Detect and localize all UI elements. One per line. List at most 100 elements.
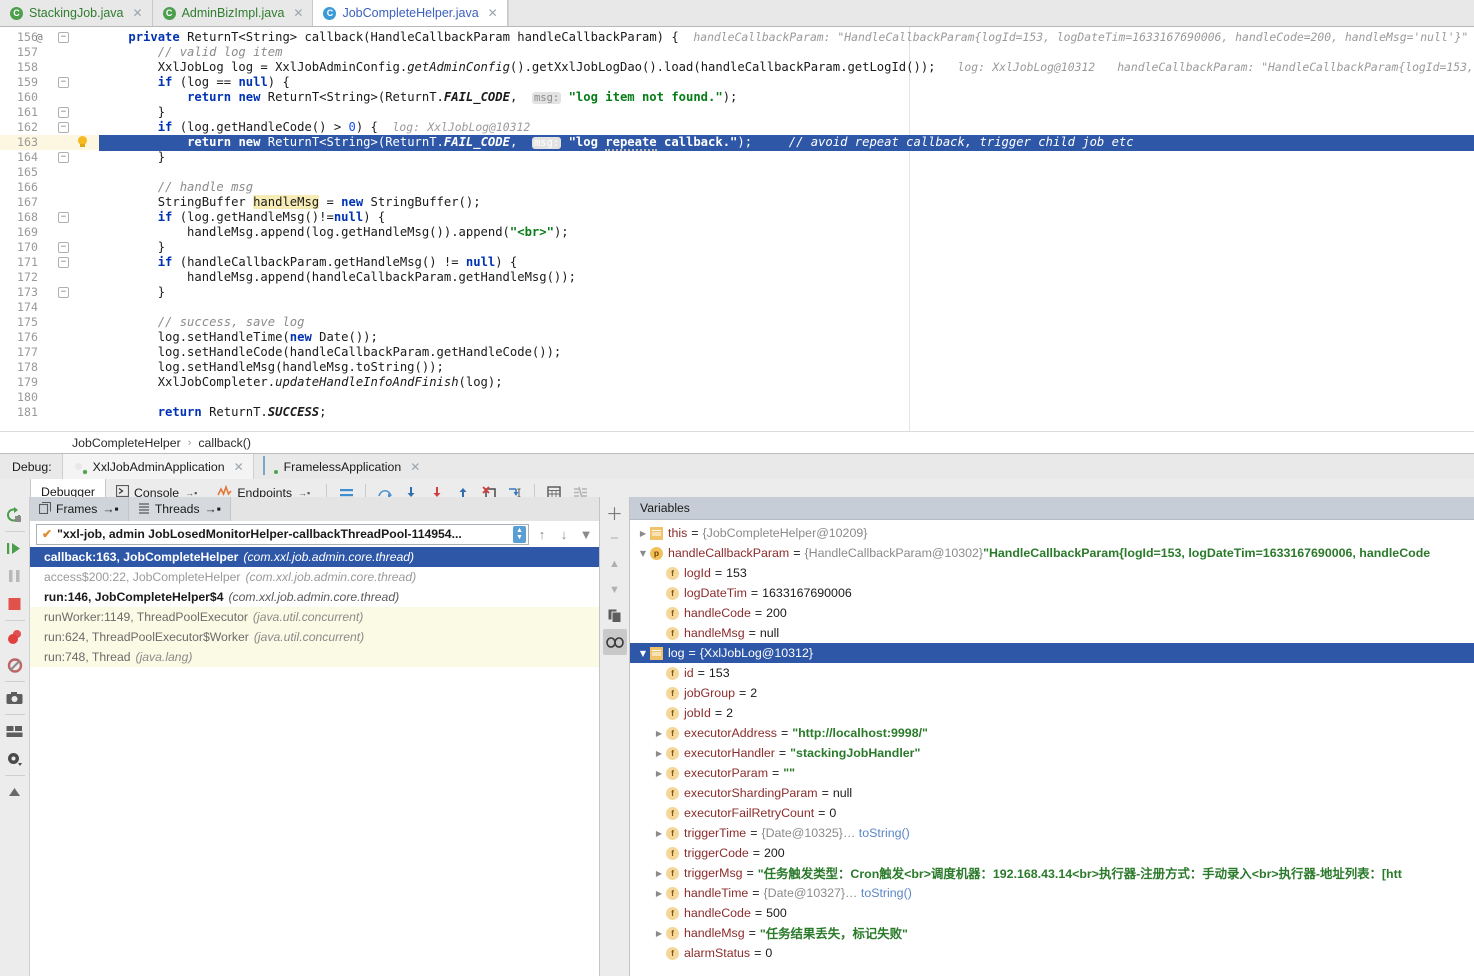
code-line-160[interactable]: 160 return new ReturnT<String>(ReturnT.F… <box>0 90 1474 105</box>
copy-icon[interactable] <box>603 603 627 629</box>
watches-icon[interactable] <box>602 629 627 655</box>
pin-tab-icon[interactable]: →▪ <box>185 488 197 498</box>
view-breakpoints-icon[interactable] <box>2 623 28 651</box>
variable-row[interactable]: f handleMsg = null <box>630 623 1474 643</box>
code-line-166[interactable]: 166 // handle msg <box>0 180 1474 195</box>
minus-icon[interactable]: − <box>603 525 627 551</box>
variable-row[interactable]: ▼ log = {XxlJobLog@10312} <box>630 643 1474 663</box>
run-config-0[interactable]: XxlJobAdminApplication ✕ <box>61 454 253 479</box>
settings-icon[interactable] <box>2 745 28 773</box>
thread-select[interactable]: ✔ "xxl-job, admin JobLosedMonitorHelper-… <box>36 523 529 545</box>
variable-row[interactable]: f handleCode = 500 <box>630 903 1474 923</box>
frames-tab-frames[interactable]: Frames →▪ <box>30 497 129 521</box>
down-triangle-icon[interactable]: ▼ <box>603 577 627 603</box>
variable-row[interactable]: f logId = 153 <box>630 563 1474 583</box>
breadcrumb-class[interactable]: JobCompleteHelper <box>72 436 181 450</box>
fold-icon[interactable]: − <box>58 107 69 118</box>
collapsed-arrow-icon[interactable]: ▶ <box>652 869 666 878</box>
code-line-174[interactable]: 174 <box>0 300 1474 315</box>
variable-row[interactable]: ▶ f executorAddress = "http://localhost:9998… <box>630 723 1474 743</box>
resume-program-icon[interactable] <box>2 534 28 562</box>
collapsed-arrow-icon[interactable]: ▶ <box>652 729 666 738</box>
code-line-163[interactable]: 163 return new ReturnT<String>(ReturnT.F… <box>0 135 1474 151</box>
code-line-172[interactable]: 172 handleMsg.append(handleCallbackParam… <box>0 270 1474 285</box>
close-icon[interactable]: ✕ <box>133 7 143 19</box>
close-icon[interactable]: ✕ <box>293 7 303 19</box>
fold-icon[interactable]: − <box>58 122 69 133</box>
code-line-170[interactable]: 170 − } <box>0 240 1474 255</box>
variable-row[interactable]: f logDateTim = 1633167690006 <box>630 583 1474 603</box>
frame-row[interactable]: run:748, Thread (java.lang) <box>30 647 599 667</box>
fold-icon[interactable]: − <box>58 152 69 163</box>
code-line-173[interactable]: 173 − } <box>0 285 1474 300</box>
variable-row[interactable]: f executorShardingParam = null <box>630 783 1474 803</box>
collapsed-arrow-icon[interactable]: ▶ <box>652 929 666 938</box>
code-line-171[interactable]: 171 − if (handleCallbackParam.getHandleMs… <box>0 255 1474 270</box>
variable-row[interactable]: f alarmStatus = 0 <box>630 943 1474 963</box>
code-editor[interactable]: 156 @ − private ReturnT<String> callback(H… <box>0 27 1474 431</box>
collapsed-arrow-icon[interactable]: ▶ <box>636 529 650 538</box>
close-icon[interactable]: ✕ <box>410 461 420 473</box>
frame-row[interactable]: run:146, JobCompleteHelper$4 (com.xxl.job… <box>30 587 599 607</box>
pin-tab-icon[interactable]: →▪ <box>102 502 119 516</box>
close-icon[interactable]: ✕ <box>488 7 498 19</box>
pin-tab-icon[interactable]: →▪ <box>205 502 222 516</box>
variable-row[interactable]: ▶ f executorParam = "" <box>630 763 1474 783</box>
code-line-161[interactable]: 161 − } <box>0 105 1474 120</box>
screenshot-icon[interactable] <box>2 684 28 712</box>
frame-row[interactable]: access$200:22, JobCompleteHelper (com.xxl… <box>30 567 599 587</box>
variable-row[interactable]: f jobId = 2 <box>630 703 1474 723</box>
breadcrumb-method[interactable]: callback() <box>198 436 251 450</box>
code-line-180[interactable]: 180 <box>0 390 1474 405</box>
editor-tab-0[interactable]: C StackingJob.java ✕ <box>0 0 153 26</box>
collapsed-arrow-icon[interactable]: ▶ <box>652 769 666 778</box>
variable-row[interactable]: ▶ this = {JobCompleteHelper@10209} <box>630 523 1474 543</box>
collapsed-arrow-icon[interactable]: ▶ <box>652 889 666 898</box>
variable-row[interactable]: ▶ f executorHandler = "stackingJobHandler" <box>630 743 1474 763</box>
close-icon[interactable]: ✕ <box>234 461 244 473</box>
layout-icon[interactable] <box>2 717 28 745</box>
frames-list[interactable]: callback:163, JobCompleteHelper (com.xxl.… <box>30 547 599 976</box>
arrow-up-icon[interactable]: ↑ <box>533 527 551 542</box>
fold-icon[interactable]: − <box>58 77 69 88</box>
code-line-162[interactable]: 162 − if (log.getHandleCode() > 0) { log:… <box>0 120 1474 135</box>
mute-breakpoints-rail-icon[interactable] <box>2 651 28 679</box>
variable-row[interactable]: f executorFailRetryCount = 0 <box>630 803 1474 823</box>
collapsed-arrow-icon[interactable]: ▶ <box>652 749 666 758</box>
up-triangle-icon[interactable]: ▲ <box>603 551 627 577</box>
code-line-165[interactable]: 165 <box>0 165 1474 180</box>
plus-icon[interactable]: ＋ <box>603 499 627 525</box>
editor-tab-2[interactable]: C JobCompleteHelper.java ✕ <box>313 0 508 26</box>
code-line-169[interactable]: 169 handleMsg.append(log.getHandleMsg())… <box>0 225 1474 240</box>
code-line-179[interactable]: 179 XxlJobCompleter.updateHandleInfoAndF… <box>0 375 1474 390</box>
variable-tostring-link[interactable]: … toString() <box>845 886 912 900</box>
fold-icon[interactable]: − <box>58 287 69 298</box>
code-line-159[interactable]: 159 − if (log == null) { <box>0 75 1474 90</box>
variable-row[interactable]: f handleCode = 200 <box>630 603 1474 623</box>
filter-icon[interactable]: ▼ <box>577 527 595 542</box>
variable-row[interactable]: f jobGroup = 2 <box>630 683 1474 703</box>
code-line-181[interactable]: 181 return ReturnT.SUCCESS; <box>0 405 1474 420</box>
variables-tree[interactable]: ▶ this = {JobCompleteHelper@10209} ▼ p handleC… <box>630 520 1474 976</box>
variable-row[interactable]: ▼ p handleCallbackParam = {HandleCallbackPar… <box>630 543 1474 563</box>
variable-row[interactable]: ▶ f handleMsg = "任务结果丢失，标记失败" <box>630 923 1474 943</box>
fold-icon[interactable]: − <box>58 32 69 43</box>
thread-spinner-icon[interactable]: ▲ ▼ <box>513 525 526 543</box>
frame-row[interactable]: run:624, ThreadPoolExecutor$Worker (java.… <box>30 627 599 647</box>
code-line-157[interactable]: 157 // valid log item <box>0 45 1474 60</box>
frame-row[interactable]: runWorker:1149, ThreadPoolExecutor (java.… <box>30 607 599 627</box>
code-line-176[interactable]: 176 log.setHandleTime(new Date()); <box>0 330 1474 345</box>
code-line-168[interactable]: 168 − if (log.getHandleMsg()!=null) { <box>0 210 1474 225</box>
variable-tostring-link[interactable]: … toString() <box>843 826 910 840</box>
run-config-1[interactable]: FramelessApplication ✕ <box>252 454 430 479</box>
stop-icon[interactable] <box>2 590 28 618</box>
variable-row[interactable]: ▶ f handleTime = {Date@10327} … toString() <box>630 883 1474 903</box>
frame-row[interactable]: callback:163, JobCompleteHelper (com.xxl.… <box>30 547 599 567</box>
variable-row[interactable]: ▶ f triggerTime = {Date@10325} … toString() <box>630 823 1474 843</box>
fold-icon[interactable]: − <box>58 242 69 253</box>
code-line-156[interactable]: 156 @ − private ReturnT<String> callback(H… <box>0 30 1474 45</box>
frames-tab-threads[interactable]: Threads →▪ <box>128 497 232 521</box>
intention-bulb-icon[interactable] <box>76 136 89 149</box>
expanded-arrow-icon[interactable]: ▼ <box>636 549 650 558</box>
variable-row[interactable]: f id = 153 <box>630 663 1474 683</box>
